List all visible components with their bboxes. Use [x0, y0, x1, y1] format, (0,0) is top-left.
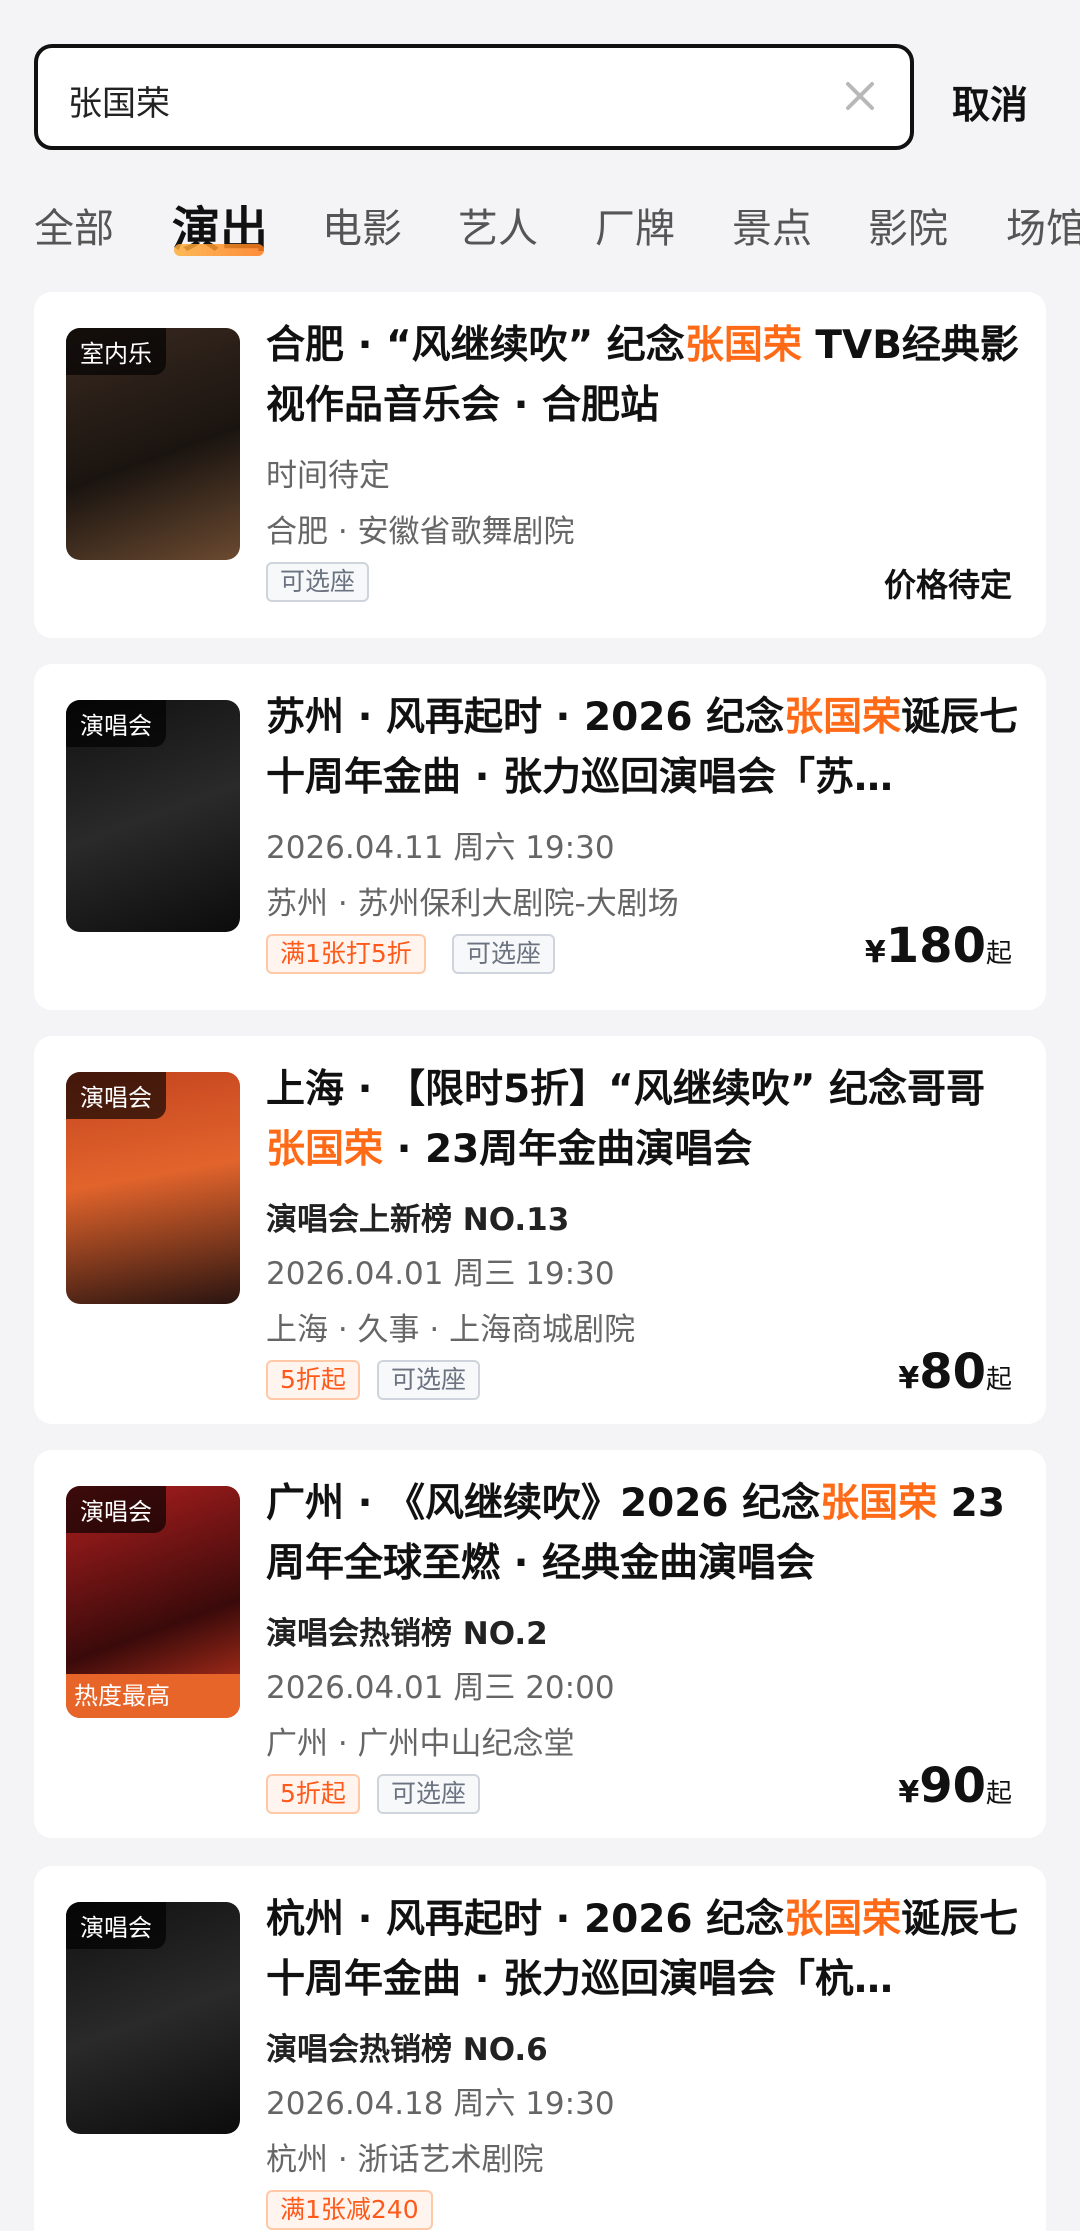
price-currency: ¥: [898, 1361, 920, 1396]
price-tbd: 价格待定: [883, 566, 1012, 604]
result-card[interactable]: 演唱会 苏州 · 风再起时 · 2026 纪念张国荣诞辰七十周年金曲 · 张力巡回…: [34, 664, 1046, 1010]
search-results-page: 张国荣 取消 全部 演出 电影 艺人 厂牌 景点 影院 场馆 室内乐 合肥 · “风继续吹” 纪…: [0, 0, 1080, 2231]
price-currency: ¥: [898, 1775, 920, 1810]
poster-category-tag: 演唱会: [66, 1486, 166, 1533]
promo-badge: 5折起: [266, 1774, 360, 1814]
price: ¥90起: [898, 1758, 1012, 1814]
promo-badge: 满1张减240: [266, 2190, 433, 2230]
seat-select-badge: 可选座: [377, 1360, 481, 1400]
event-poster[interactable]: 演唱会 热度最高: [66, 1486, 240, 1718]
event-venue: 合肥 · 安徽省歌舞剧院: [266, 514, 575, 550]
price-suffix: 起: [985, 939, 1012, 969]
title-highlight: 张国荣: [784, 695, 902, 740]
ranking-label: 演唱会热销榜 NO.2: [266, 1616, 548, 1652]
search-bar: 张国荣 取消: [0, 0, 1080, 175]
result-card[interactable]: 演唱会 杭州 · 风再起时 · 2026 纪念张国荣诞辰七十周年金曲 · 张力巡回…: [34, 1866, 1046, 2231]
price-amount: 80: [919, 1344, 986, 1400]
event-poster[interactable]: 演唱会: [66, 700, 240, 932]
title-highlight: 张国荣: [266, 1127, 384, 1172]
event-venue: 广州 · 广州中山纪念堂: [266, 1726, 575, 1762]
price: ¥180起: [865, 918, 1012, 974]
event-poster[interactable]: 演唱会: [66, 1902, 240, 2134]
tab-2[interactable]: 电影: [322, 196, 402, 254]
tab-6[interactable]: 影院: [868, 196, 948, 254]
seat-select-badge: 可选座: [266, 562, 370, 602]
search-input[interactable]: 张国荣: [34, 44, 914, 150]
price-suffix: 起: [985, 1779, 1012, 1809]
tab-0[interactable]: 全部: [34, 196, 114, 254]
event-time: 2026.04.01 周三 20:00: [266, 1670, 615, 1706]
active-tab-underline: [174, 244, 264, 256]
category-tabs: 全部 演出 电影 艺人 厂牌 景点 影院 场馆: [0, 190, 1080, 270]
event-poster[interactable]: 室内乐: [66, 328, 240, 560]
event-poster[interactable]: 演唱会: [66, 1072, 240, 1304]
poster-category-tag: 演唱会: [66, 1902, 166, 1949]
price-currency: ¥: [864, 935, 886, 970]
search-query[interactable]: 张国荣: [68, 76, 170, 125]
result-card[interactable]: 演唱会 上海 · 【限时5折】“风继续吹” 纪念哥哥张国荣 · 23周年金曲演唱会…: [34, 1036, 1046, 1424]
poster-category-tag: 演唱会: [66, 700, 166, 747]
poster-hot-badge: 热度最高: [66, 1674, 240, 1718]
result-card[interactable]: 演唱会 热度最高 广州 · 《风继续吹》2026 纪念张国荣 23周年全球至燃 · …: [34, 1450, 1046, 1838]
event-venue: 上海 · 久事 · 上海商城剧院: [266, 1312, 636, 1348]
tab-3[interactable]: 艺人: [458, 196, 538, 254]
clear-icon[interactable]: [838, 74, 882, 118]
event-time: 2026.04.18 周六 19:30: [266, 2086, 615, 2122]
event-time: 2026.04.01 周三 19:30: [266, 1256, 615, 1292]
price-amount: 180: [885, 918, 986, 974]
event-venue: 苏州 · 苏州保利大剧院-大剧场: [266, 886, 679, 922]
tab-4[interactable]: 厂牌: [595, 196, 675, 254]
event-title[interactable]: 合肥 · “风继续吹” 纪念张国荣 TVB经典影视作品音乐会 · 合肥站: [266, 316, 1022, 436]
price-amount: 90: [919, 1758, 986, 1814]
title-highlight: 张国荣: [684, 323, 802, 368]
event-time: 时间待定: [266, 458, 390, 494]
promo-badge: 5折起: [266, 1360, 360, 1400]
poster-category-tag: 演唱会: [66, 1072, 166, 1119]
event-title[interactable]: 杭州 · 风再起时 · 2026 纪念张国荣诞辰七十周年金曲 · 张力巡回演唱会…: [266, 1890, 1022, 2010]
price: ¥80起: [898, 1344, 1012, 1400]
poster-category-tag: 室内乐: [66, 328, 166, 375]
event-time: 2026.04.11 周六 19:30: [266, 830, 615, 866]
promo-badge: 满1张打5折: [266, 934, 426, 974]
tab-7[interactable]: 场馆: [1006, 196, 1080, 254]
event-venue: 杭州 · 浙话艺术剧院: [266, 2142, 544, 2178]
result-card[interactable]: 室内乐 合肥 · “风继续吹” 纪念张国荣 TVB经典影视作品音乐会 · 合肥站时…: [34, 292, 1046, 638]
seat-select-badge: 可选座: [452, 934, 556, 974]
ranking-label: 演唱会上新榜 NO.13: [266, 1202, 570, 1238]
ranking-label: 演唱会热销榜 NO.6: [266, 2032, 548, 2068]
cancel-button[interactable]: 取消: [952, 74, 1028, 129]
title-highlight: 张国荣: [784, 1897, 902, 1942]
event-title[interactable]: 上海 · 【限时5折】“风继续吹” 纪念哥哥张国荣 · 23周年金曲演唱会: [266, 1060, 1022, 1180]
tab-5[interactable]: 景点: [732, 196, 812, 254]
event-title[interactable]: 广州 · 《风继续吹》2026 纪念张国荣 23周年全球至燃 · 经典金曲演唱会: [266, 1474, 1022, 1594]
title-highlight: 张国荣: [820, 1481, 938, 1526]
price-suffix: 起: [985, 1365, 1012, 1395]
seat-select-badge: 可选座: [377, 1774, 481, 1814]
event-title[interactable]: 苏州 · 风再起时 · 2026 纪念张国荣诞辰七十周年金曲 · 张力巡回演唱会…: [266, 688, 1022, 808]
